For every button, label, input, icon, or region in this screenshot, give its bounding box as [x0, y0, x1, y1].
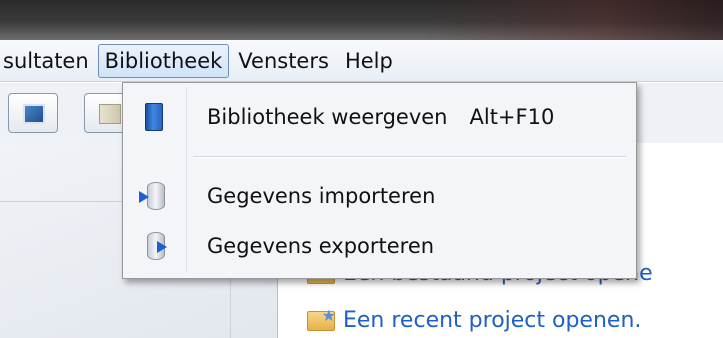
- open-recent-project-link[interactable]: Een recent project openen.: [307, 306, 642, 333]
- library-book-icon: [145, 103, 163, 131]
- menu-item-gegevens-exporteren[interactable]: Gegevens exporteren: [127, 224, 632, 268]
- database-import-icon: [139, 182, 165, 210]
- folder-recent-icon: [307, 306, 336, 331]
- menu-bar: sultaten Bibliotheek Vensters Help: [0, 40, 723, 82]
- menu-separator: [193, 156, 627, 158]
- menu-item-bibliotheek-weergeven[interactable]: Bibliotheek weergeven Alt+F10: [127, 95, 632, 139]
- database-export-icon: [143, 232, 167, 260]
- toolbar-window-button[interactable]: [8, 93, 58, 133]
- menu-item-shortcut: Alt+F10: [469, 105, 555, 129]
- menu-help[interactable]: Help: [338, 44, 400, 78]
- open-recent-project-label: Een recent project openen.: [343, 308, 642, 333]
- window-title-bar: [0, 0, 723, 40]
- window-icon: [23, 104, 45, 124]
- menu-item-label: Gegevens exporteren: [207, 234, 435, 258]
- menu-item-label: Bibliotheek weergeven: [207, 105, 448, 129]
- menu-item-label: Gegevens importeren: [207, 184, 436, 208]
- bibliotheek-dropdown-menu: Bibliotheek weergeven Alt+F10 Gegevens i…: [122, 82, 637, 279]
- menu-item-gegevens-importeren[interactable]: Gegevens importeren: [127, 174, 632, 218]
- menu-vensters[interactable]: Vensters: [231, 44, 336, 78]
- document-icon: [99, 104, 121, 124]
- menu-bibliotheek[interactable]: Bibliotheek: [97, 43, 230, 78]
- menu-resultaten[interactable]: sultaten: [0, 44, 96, 78]
